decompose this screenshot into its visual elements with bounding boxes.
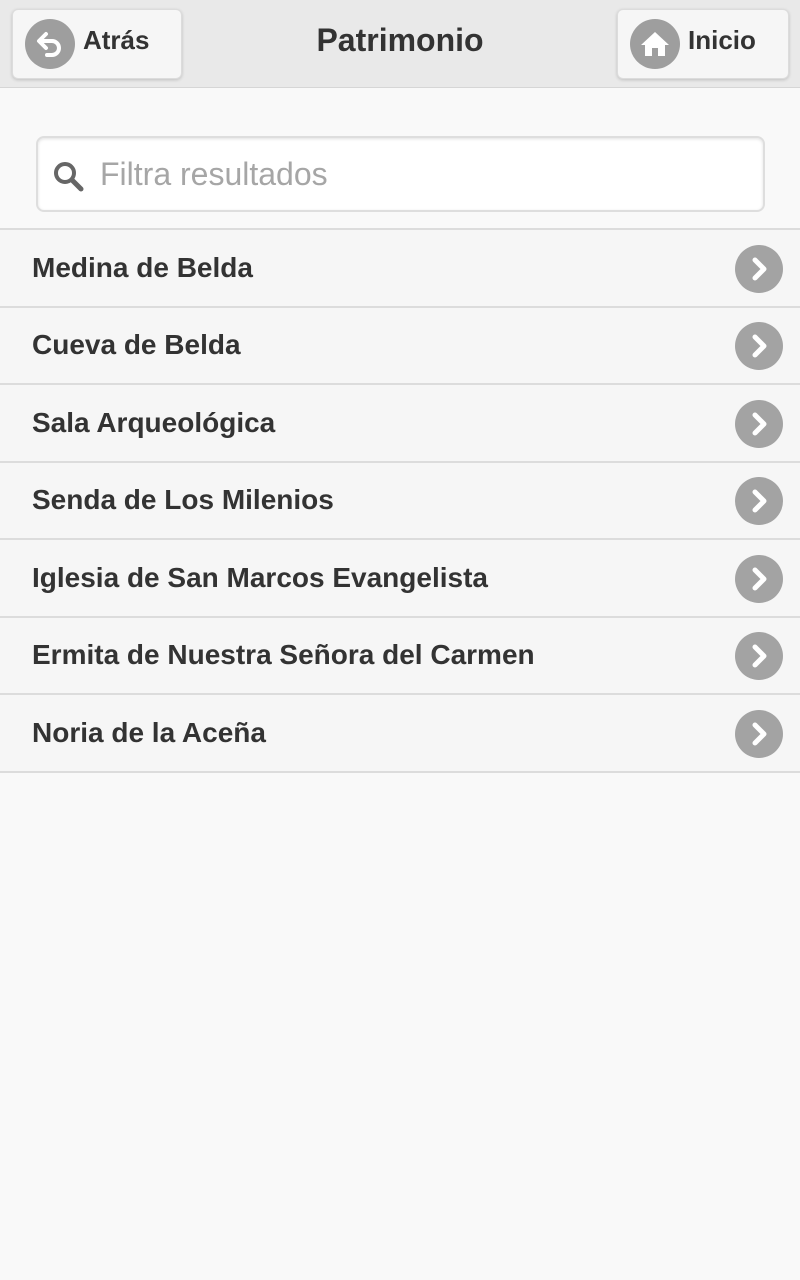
- header-bar: Atrás Patrimonio Inicio: [0, 0, 800, 88]
- list-item-label: Sala Arqueológica: [32, 406, 276, 438]
- list-item-label: Senda de Los Milenios: [32, 484, 334, 516]
- list-item[interactable]: Medina de Belda: [0, 230, 800, 308]
- list-item-label: Cueva de Belda: [32, 329, 241, 361]
- back-button-label: Atrás: [83, 24, 150, 55]
- list-item[interactable]: Iglesia de San Marcos Evangelista: [0, 540, 800, 618]
- search-input[interactable]: [100, 146, 750, 202]
- search-icon: [52, 160, 86, 194]
- back-button[interactable]: Atrás: [12, 9, 182, 79]
- list-item-label: Noria de la Aceña: [32, 716, 266, 748]
- page-title: Patrimonio: [316, 22, 484, 58]
- list-item[interactable]: Ermita de Nuestra Señora del Carmen: [0, 617, 800, 695]
- list-item-label: Ermita de Nuestra Señora del Carmen: [32, 639, 535, 671]
- list-item[interactable]: Senda de Los Milenios: [0, 462, 800, 540]
- chevron-right-icon: [735, 554, 783, 603]
- chevron-right-icon: [735, 244, 783, 293]
- back-arrow-icon: [25, 19, 75, 69]
- list-item[interactable]: Sala Arqueológica: [0, 385, 800, 463]
- results-list: Medina de Belda Cueva de Belda Sala Arqueo…: [0, 228, 800, 773]
- list-item-label: Iglesia de San Marcos Evangelista: [32, 561, 488, 593]
- home-icon: [630, 19, 680, 69]
- list-item-label: Medina de Belda: [32, 251, 253, 283]
- chevron-right-icon: [735, 322, 783, 371]
- list-item[interactable]: Cueva de Belda: [0, 307, 800, 385]
- search-box: [36, 136, 765, 212]
- chevron-right-icon: [735, 632, 783, 681]
- home-button[interactable]: Inicio: [617, 9, 789, 79]
- chevron-right-icon: [735, 709, 783, 758]
- home-button-label: Inicio: [688, 24, 756, 55]
- chevron-right-icon: [735, 399, 783, 448]
- chevron-right-icon: [735, 477, 783, 526]
- list-item[interactable]: Noria de la Aceña: [0, 695, 800, 773]
